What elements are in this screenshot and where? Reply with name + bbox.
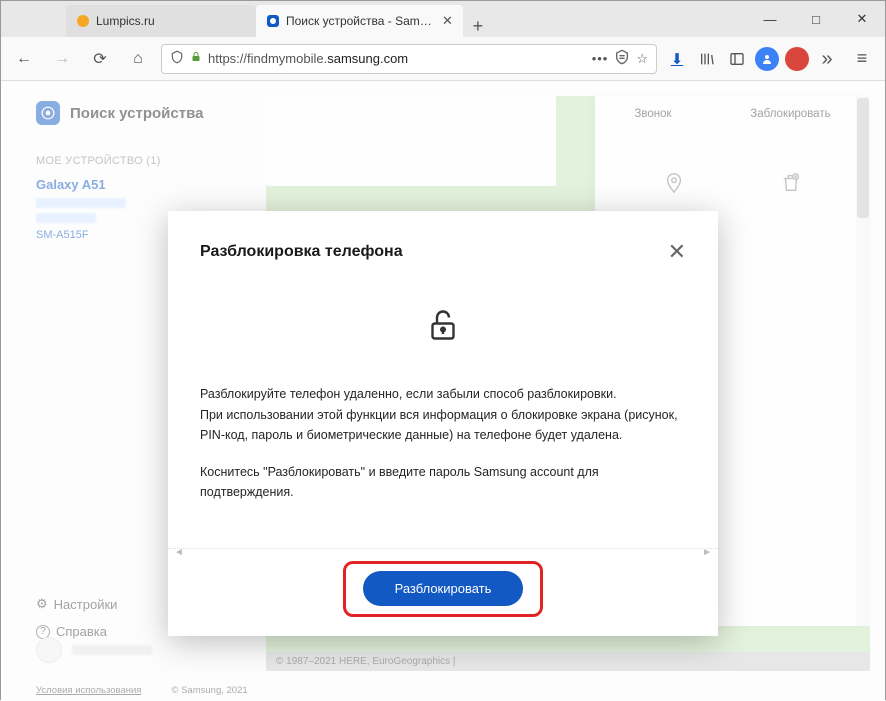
modal-title: Разблокировка телефона [200,243,403,261]
page-content: Поиск устройства МОЕ УСТРОЙСТВО (1) Gala… [1,81,885,701]
minimize-button[interactable]: ― [747,1,793,37]
home-button[interactable]: ⌂ [123,44,153,74]
new-tab-button[interactable]: + [463,16,493,37]
maximize-button[interactable]: □ [793,1,839,37]
modal-text-2: При использовании этой функции вся инфор… [200,406,686,445]
window-bar: Lumpics.ru Поиск устройства - Samsung ✕ … [1,1,885,37]
tab-strip: Lumpics.ru Поиск устройства - Samsung ✕ … [1,1,747,37]
library-icon[interactable] [695,47,719,71]
reload-button[interactable]: ⟳ [85,44,115,74]
lock-icon [190,51,202,66]
forward-button[interactable]: → [47,44,77,74]
close-icon[interactable]: ✕ [668,239,686,265]
favicon-samsung [266,14,280,28]
modal-text-3: Коснитесь "Разблокировать" и введите пар… [200,463,686,502]
tab-title: Lumpics.ru [96,14,246,28]
address-bar: ← → ⟳ ⌂ https://findmymobile.samsung.com… [1,37,885,81]
menu-button[interactable]: ≡ [847,48,877,69]
shield-icon [170,50,184,67]
account-icon[interactable] [755,47,779,71]
browser-chrome: Lumpics.ru Поиск устройства - Samsung ✕ … [1,1,885,81]
reader-icon[interactable] [614,49,630,68]
more-dots-icon[interactable]: ••• [592,51,609,66]
unlock-modal: Разблокировка телефона ✕ Разблокируйте т… [168,211,718,636]
back-button[interactable]: ← [9,44,39,74]
overflow-icon[interactable]: » [815,47,839,71]
sidebar-icon[interactable] [725,47,749,71]
toolbar-icons: ⬇ » [665,47,839,71]
favicon-lumpics [76,14,90,28]
download-icon[interactable]: ⬇ [665,47,689,71]
unlock-icon [200,307,686,343]
tab-lumpics[interactable]: Lumpics.ru [66,5,256,37]
close-window-button[interactable]: ✕ [839,1,885,37]
url-text: https://findmymobile.samsung.com [208,51,586,66]
modal-footer: Разблокировать [168,549,718,636]
unlock-button[interactable]: Разблокировать [363,571,524,606]
url-field[interactable]: https://findmymobile.samsung.com ••• ☆ [161,44,657,74]
tab-title: Поиск устройства - Samsung [286,14,436,28]
bookmark-icon[interactable]: ☆ [636,51,648,67]
close-icon[interactable]: ✕ [442,13,453,29]
modal-text-1: Разблокируйте телефон удаленно, если заб… [200,385,686,404]
modal-overlay: Разблокировка телефона ✕ Разблокируйте т… [1,81,885,701]
window-controls: ― □ ✕ [747,1,885,37]
tab-samsung[interactable]: Поиск устройства - Samsung ✕ [256,5,463,37]
extension-icon[interactable] [785,47,809,71]
modal-body: Разблокируйте телефон удаленно, если заб… [200,385,686,502]
